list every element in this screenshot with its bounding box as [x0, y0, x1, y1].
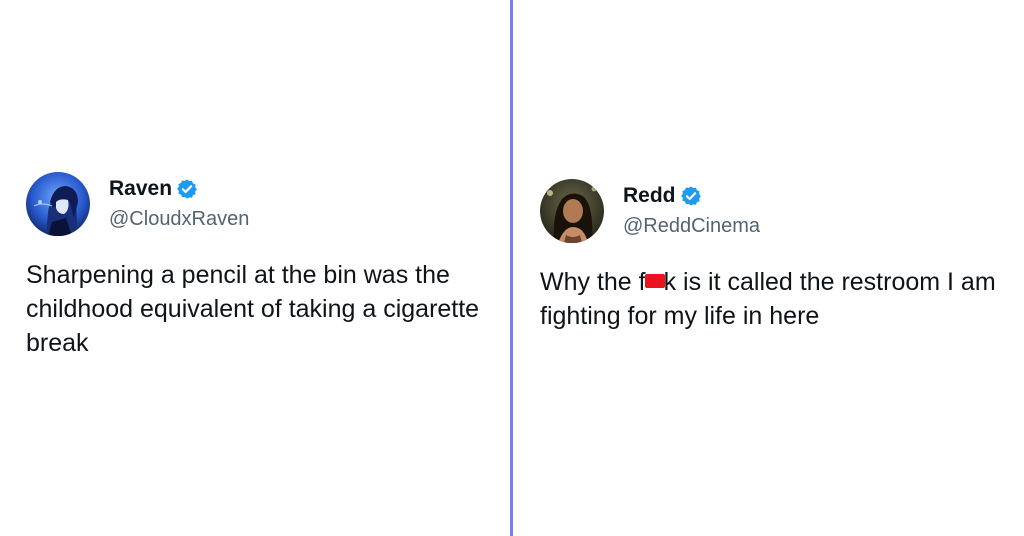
anime-avatar-icon: [26, 172, 90, 236]
meme-canvas: Raven @CloudxRaven Sharpening a pencil a…: [0, 0, 1024, 536]
redaction-mark: [644, 274, 665, 289]
author-names: Raven @CloudxRaven: [109, 175, 249, 233]
tweet-text-start: Why the f: [540, 268, 646, 296]
display-name[interactable]: Raven: [109, 175, 172, 203]
name-row: Raven: [109, 175, 249, 203]
avatar[interactable]: [540, 179, 604, 243]
tweet-text: Sharpening a pencil at the bin was the c…: [26, 261, 480, 357]
name-row: Redd: [623, 182, 760, 210]
verified-badge-icon: [176, 178, 198, 200]
tweet-header: Redd @ReddCinema: [540, 179, 1015, 243]
handle[interactable]: @ReddCinema: [623, 212, 760, 240]
display-name[interactable]: Redd: [623, 182, 676, 210]
tweet-text: Why the fk is it called the restroom I a…: [540, 265, 1015, 333]
author-names: Redd @ReddCinema: [623, 182, 760, 240]
divider: [510, 0, 513, 536]
tweet-card-redd: Redd @ReddCinema Why the fk is it called…: [540, 179, 1015, 333]
tweet-header: Raven @CloudxRaven: [26, 172, 501, 236]
tweet-card-raven: Raven @CloudxRaven Sharpening a pencil a…: [26, 172, 501, 360]
photo-avatar-icon: [540, 179, 604, 243]
verified-badge-icon: [680, 185, 702, 207]
handle[interactable]: @CloudxRaven: [109, 205, 249, 233]
avatar[interactable]: [26, 172, 90, 236]
